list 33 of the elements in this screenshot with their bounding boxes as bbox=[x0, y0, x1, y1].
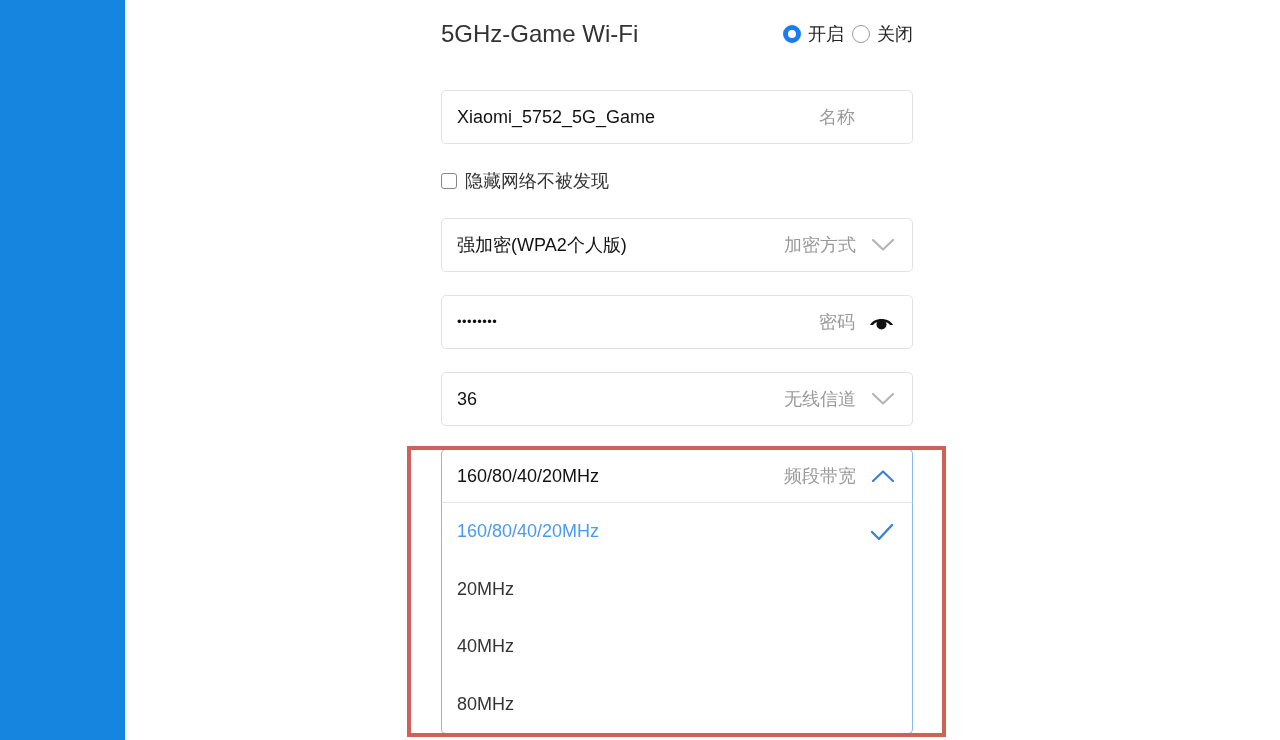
select-field[interactable]: 160/80/40/20MHz 频段带宽 bbox=[441, 449, 913, 503]
check-icon bbox=[870, 522, 894, 541]
select-field[interactable]: 36 无线信道 bbox=[441, 372, 913, 426]
chevron-down-icon bbox=[872, 239, 894, 251]
option-label: 40MHz bbox=[457, 635, 514, 659]
field-value: •••••••• bbox=[457, 313, 498, 332]
option-label: 20MHz bbox=[457, 577, 514, 601]
radio-label: 开启 bbox=[808, 22, 844, 46]
option-label: 160/80/40/20MHz bbox=[457, 520, 600, 544]
field-label: 名称 bbox=[819, 105, 855, 129]
field-value: Xiaomi_5752_5G_Game bbox=[457, 105, 656, 130]
field-label: 频段带宽 bbox=[784, 464, 856, 488]
chevron-down-icon bbox=[872, 393, 894, 405]
option-label: 80MHz bbox=[457, 692, 514, 716]
dropdown-option[interactable]: 20MHz bbox=[442, 560, 912, 618]
checkbox[interactable] bbox=[441, 173, 457, 189]
name-field[interactable]: Xiaomi_5752_5G_Game 名称 bbox=[441, 90, 913, 144]
chevron-up-icon bbox=[872, 470, 894, 482]
field-value: 36 bbox=[457, 387, 478, 411]
select-field[interactable]: 强加密(WPA2个人版) 加密方式 bbox=[441, 218, 913, 272]
dropdown-option[interactable]: 40MHz bbox=[442, 618, 912, 676]
radio-button[interactable] bbox=[783, 25, 801, 43]
field-value: 强加密(WPA2个人版) bbox=[457, 233, 627, 257]
section-title: 5GHz-Game Wi-Fi bbox=[441, 19, 639, 49]
radio-button[interactable] bbox=[852, 25, 870, 43]
password-field[interactable]: •••••••• 密码 bbox=[441, 295, 913, 349]
field-label: 无线信道 bbox=[784, 387, 856, 411]
checkbox-label: 隐藏网络不被发现 bbox=[465, 169, 609, 193]
field-label: 加密方式 bbox=[784, 233, 856, 257]
field-value: 160/80/40/20MHz bbox=[457, 464, 600, 488]
radio-label: 关闭 bbox=[877, 22, 913, 46]
dropdown-option[interactable]: 80MHz bbox=[442, 675, 912, 733]
field-label: 密码 bbox=[819, 310, 855, 334]
